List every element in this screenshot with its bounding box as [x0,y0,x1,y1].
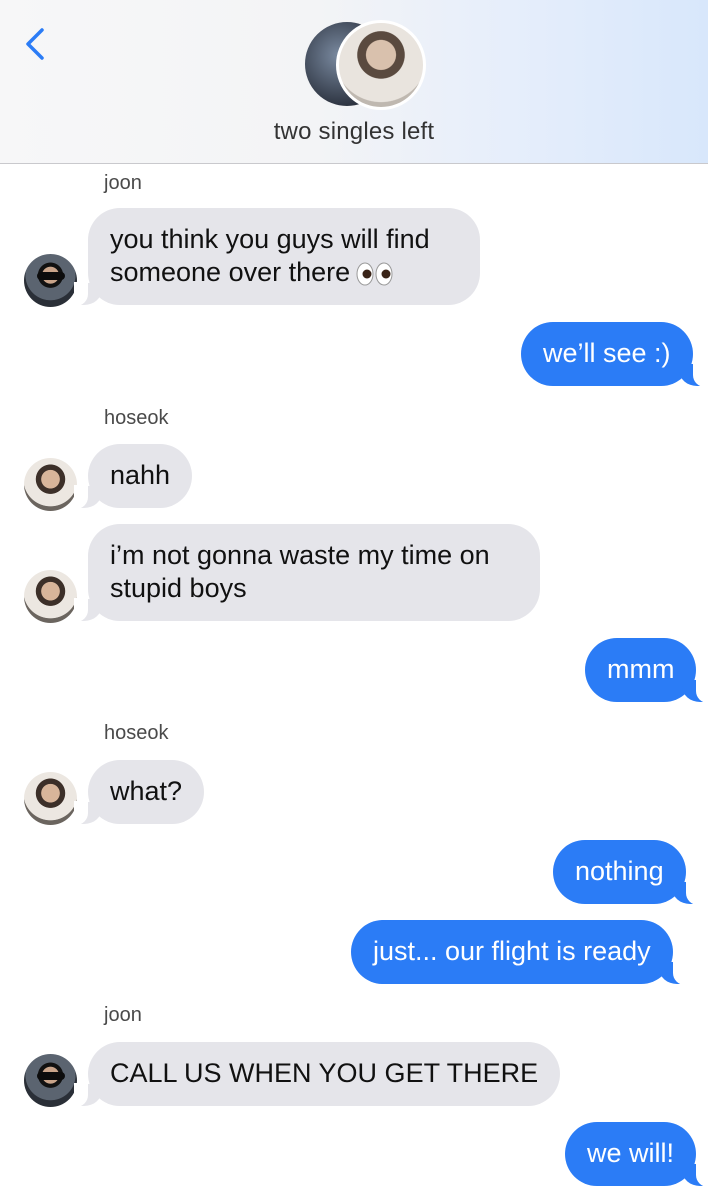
outgoing-message[interactable]: we’ll see :) [521,322,707,387]
eyes-emoji-icon [356,262,393,286]
outgoing-message[interactable]: we will! [565,1122,708,1187]
avatar-hoseok[interactable] [24,570,77,623]
incoming-message[interactable]: what? [73,760,205,825]
avatar-joon[interactable] [24,254,77,307]
incoming-message[interactable]: i’m not gonna waste my time on stupid bo… [74,524,540,622]
sender-name: hoseok [104,722,169,744]
avatar-joon[interactable] [24,1054,77,1107]
outgoing-message[interactable]: mmm [585,638,708,703]
avatar-hoseok[interactable] [24,458,77,511]
outgoing-message[interactable]: nothing [553,840,700,905]
incoming-message[interactable]: you think you guys will find someone ove… [74,208,480,306]
group-avatar-front [336,20,426,110]
sender-name: joon [104,172,142,194]
chat-title[interactable]: two singles left [0,118,708,146]
chat-header: two singles left [0,0,708,164]
sender-name: joon [104,1004,142,1026]
outgoing-message[interactable]: just... our flight is ready [351,920,687,985]
incoming-message[interactable]: nahh [73,444,193,509]
sender-name: hoseok [104,407,169,429]
avatar-hoseok[interactable] [24,772,77,825]
incoming-message[interactable]: CALL US WHEN YOU GET THERE [73,1042,561,1107]
chevron-left-icon[interactable] [18,24,52,64]
group-avatar[interactable] [303,20,427,110]
